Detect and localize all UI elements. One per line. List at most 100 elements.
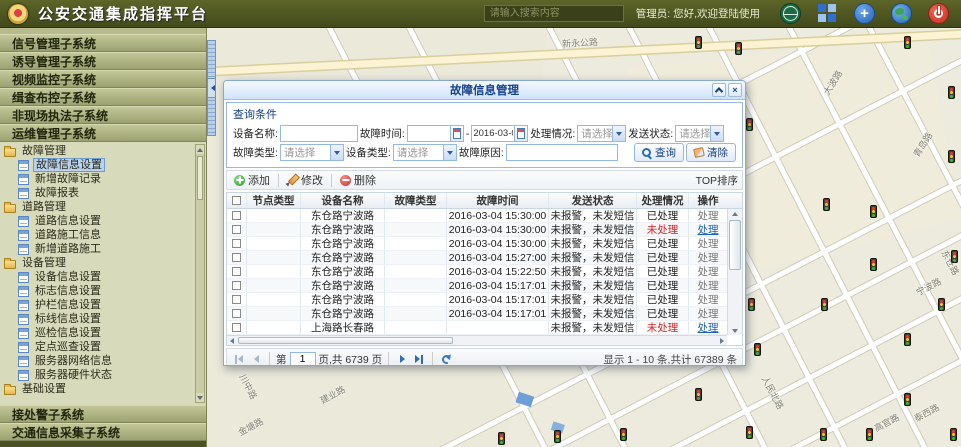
row-checkbox[interactable] <box>232 281 241 290</box>
column-header[interactable]: 处理情况 <box>637 193 689 208</box>
table-row[interactable]: 东仓路宁波路 2016-03-04 15:17:01未报警，未发短信 已处理处理 <box>227 279 742 293</box>
device-type-select[interactable]: 请选择 <box>393 144 457 161</box>
column-header[interactable]: 节点类型 <box>247 193 301 208</box>
sidebar-item-signal-mgmt[interactable]: 信号管理子系统 <box>0 34 206 52</box>
tree-scrollbar[interactable] <box>195 144 205 403</box>
traffic-signal-icon[interactable] <box>938 298 945 311</box>
column-header[interactable]: 发送状态 <box>549 193 637 208</box>
traffic-signal-icon[interactable] <box>904 333 911 346</box>
traffic-signal-icon[interactable] <box>948 86 955 99</box>
power-button[interactable] <box>928 3 949 24</box>
tree-leaf-device-info-setting[interactable]: 设备信息设置 <box>4 270 192 284</box>
traffic-signal-icon[interactable] <box>866 428 873 441</box>
tree-leaf-fixed-patrol-setting[interactable]: 定点巡查设置 <box>4 340 192 354</box>
clear-button[interactable]: 清除 <box>686 143 736 162</box>
top-sort-button[interactable]: TOP排序 <box>696 173 738 188</box>
scroll-left-icon[interactable] <box>227 336 237 345</box>
traffic-signal-icon[interactable] <box>748 298 755 311</box>
sidebar-item-patrol-control[interactable]: 缉查布控子系统 <box>0 88 206 106</box>
sidebar-item-guidance-mgmt[interactable]: 诱导管理子系统 <box>0 52 206 70</box>
traffic-signal-icon[interactable] <box>554 430 561 443</box>
sidebar-item-video-monitor[interactable]: 视频监控子系统 <box>0 70 206 88</box>
scroll-up-icon[interactable] <box>196 145 204 154</box>
action-link[interactable]: 处理 <box>689 237 727 250</box>
tree-leaf-guardrail-info-setting[interactable]: 护栏信息设置 <box>4 298 192 312</box>
tree-leaf-road-info-setting[interactable]: 道路信息设置 <box>4 214 192 228</box>
tree-folder-fault-mgmt[interactable]: 故障管理 <box>4 144 192 158</box>
map-area[interactable]: 新永公路 大波路 青岛路 宁波路 东仓路 人民北路 高官路 泰西路 川中路 建业… <box>207 28 961 447</box>
action-link[interactable]: 处理 <box>689 209 727 222</box>
fault-time-to-input[interactable] <box>472 127 514 141</box>
calendar-icon[interactable] <box>450 126 463 141</box>
tree-leaf-fault-info-setting[interactable]: 故障信息设置 <box>4 158 192 172</box>
traffic-signal-icon[interactable] <box>498 432 505 445</box>
traffic-signal-icon[interactable] <box>620 428 627 441</box>
traffic-signal-icon[interactable] <box>821 298 828 311</box>
table-row[interactable]: 东仓路宁波路 2016-03-04 15:22:50未报警，未发短信 已处理处理 <box>227 265 742 279</box>
scroll-down-icon[interactable] <box>728 326 742 335</box>
column-header[interactable]: 故障类型 <box>385 193 447 208</box>
scroll-down-icon[interactable] <box>196 393 204 402</box>
add-circle-icon[interactable] <box>854 3 875 24</box>
collapse-left-icon[interactable] <box>207 78 216 98</box>
handle-status-select[interactable]: 请选择 <box>577 125 626 142</box>
row-checkbox[interactable] <box>232 295 241 304</box>
scroll-thumb[interactable] <box>197 156 203 200</box>
select-all-checkbox[interactable] <box>232 196 241 205</box>
action-link[interactable]: 处理 <box>689 265 727 278</box>
column-header[interactable]: 操作 <box>689 193 727 208</box>
traffic-signal-icon[interactable] <box>870 258 877 271</box>
calendar-icon[interactable] <box>514 126 527 141</box>
row-checkbox[interactable] <box>232 253 241 262</box>
traffic-signal-icon[interactable] <box>870 205 877 218</box>
fault-reason-input[interactable] <box>506 144 618 161</box>
tree-leaf-sign-info-setting[interactable]: 标志信息设置 <box>4 284 192 298</box>
sidebar-item-offsite-enforcement[interactable]: 非现场执法子系统 <box>0 106 206 124</box>
tree-leaf-server-network-info[interactable]: 服务器网络信息 <box>4 354 192 368</box>
traffic-signal-icon[interactable] <box>820 428 827 441</box>
traffic-signal-icon[interactable] <box>823 198 830 211</box>
row-checkbox[interactable] <box>232 309 241 318</box>
add-button[interactable]: 添加 <box>231 171 273 189</box>
fault-time-from-input[interactable] <box>408 127 450 141</box>
scroll-thumb[interactable] <box>729 220 741 270</box>
earth-icon[interactable] <box>891 3 912 24</box>
sidebar-item-traffic-info-collect[interactable]: 交通信息采集子系统 <box>0 423 206 441</box>
apps-grid-icon[interactable] <box>817 3 838 24</box>
row-checkbox[interactable] <box>232 225 241 234</box>
global-search-input[interactable] <box>484 5 624 22</box>
tree-leaf-marking-info-setting[interactable]: 标线信息设置 <box>4 312 192 326</box>
sidebar-item-ops-mgmt[interactable]: 运维管理子系统 <box>0 124 206 142</box>
traffic-signal-icon[interactable] <box>950 428 957 441</box>
column-header[interactable]: 故障时间 <box>447 193 549 208</box>
traffic-signal-icon[interactable] <box>735 42 742 55</box>
row-checkbox[interactable] <box>232 267 241 276</box>
query-button[interactable]: 查询 <box>634 143 684 162</box>
traffic-signal-icon[interactable] <box>746 118 753 131</box>
fault-type-select[interactable]: 请选择 <box>280 144 344 161</box>
close-window-button[interactable]: × <box>728 83 742 97</box>
action-link[interactable]: 处理 <box>689 279 727 292</box>
action-link[interactable]: 处理 <box>689 307 727 320</box>
tree-folder-road-mgmt[interactable]: 道路管理 <box>4 200 192 214</box>
tree-folder-basic-setting[interactable]: 基础设置 <box>4 382 192 396</box>
sidebar-item-alarm-handling[interactable]: 接处警子系统 <box>0 405 206 423</box>
traffic-signal-icon[interactable] <box>695 388 702 401</box>
refresh-button[interactable] <box>439 351 453 365</box>
action-link[interactable]: 处理 <box>689 293 727 306</box>
traffic-signal-icon[interactable] <box>951 250 958 263</box>
traffic-signal-icon[interactable] <box>904 36 911 49</box>
tree-folder-device-mgmt[interactable]: 设备管理 <box>4 256 192 270</box>
table-row[interactable]: 东仓路宁波路 2016-03-04 15:30:00未报警，未发短信 已处理处理 <box>227 209 742 223</box>
traffic-signal-icon[interactable] <box>695 36 702 49</box>
collapse-window-button[interactable] <box>712 83 726 97</box>
traffic-signal-icon[interactable] <box>754 343 761 356</box>
action-link[interactable]: 处理 <box>689 251 727 264</box>
table-row[interactable]: 东仓路宁波路 2016-03-04 15:17:01未报警，未发短信 已处理处理 <box>227 307 742 321</box>
horizontal-scrollbar[interactable] <box>227 335 727 345</box>
table-row[interactable]: 上海路长春路 未报警，未发短信 未处理处理 <box>227 321 742 335</box>
row-checkbox[interactable] <box>232 239 241 248</box>
row-checkbox[interactable] <box>232 211 241 220</box>
scroll-up-icon[interactable] <box>728 209 742 218</box>
send-status-select[interactable]: 请选择 <box>675 125 724 142</box>
